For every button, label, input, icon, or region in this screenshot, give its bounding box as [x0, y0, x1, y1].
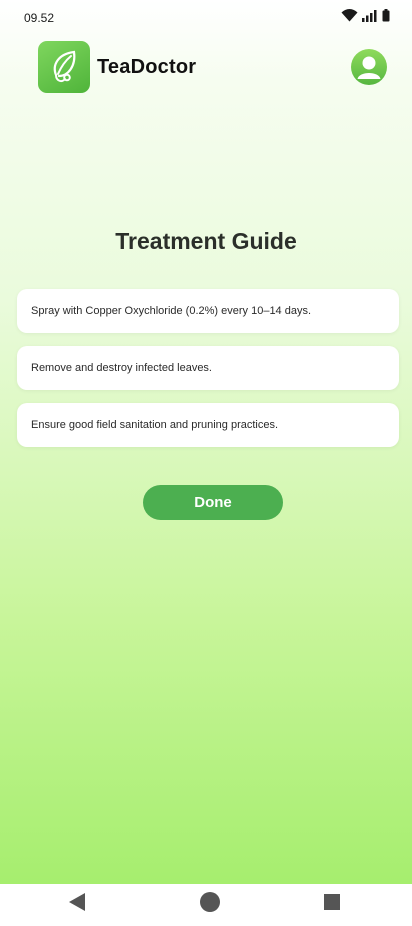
status-icons [341, 9, 390, 27]
treatment-step-card: Remove and destroy infected leaves. [17, 346, 399, 390]
treatment-step-card: Spray with Copper Oxychloride (0.2%) eve… [17, 289, 399, 333]
battery-icon [382, 9, 390, 27]
recents-icon[interactable] [312, 884, 352, 920]
screen-background: 09.52 TeaDoctor Treatment Guide Spray wi… [0, 0, 412, 884]
page-title: Treatment Guide [115, 228, 297, 254]
app-name: TeaDoctor [97, 55, 197, 78]
status-time: 09.52 [24, 11, 55, 25]
treatment-step-text: Ensure good field sanitation and pruning… [31, 419, 279, 431]
leaf-stethoscope-icon [38, 41, 90, 93]
brand: TeaDoctor [38, 41, 196, 93]
wifi-icon [341, 9, 358, 27]
app-header: TeaDoctor [38, 41, 390, 93]
signal-icon [362, 9, 378, 27]
status-bar: 09.52 [0, 0, 412, 36]
system-nav-bar [0, 884, 412, 926]
treatment-step-card: Ensure good field sanitation and pruning… [17, 403, 399, 447]
home-icon[interactable] [190, 884, 230, 920]
done-button[interactable]: Done [143, 485, 283, 520]
treatment-step-text: Remove and destroy infected leaves. [31, 362, 212, 374]
back-icon[interactable] [57, 884, 97, 920]
treatment-step-text: Spray with Copper Oxychloride (0.2%) eve… [31, 305, 312, 317]
user-icon[interactable] [351, 49, 387, 85]
